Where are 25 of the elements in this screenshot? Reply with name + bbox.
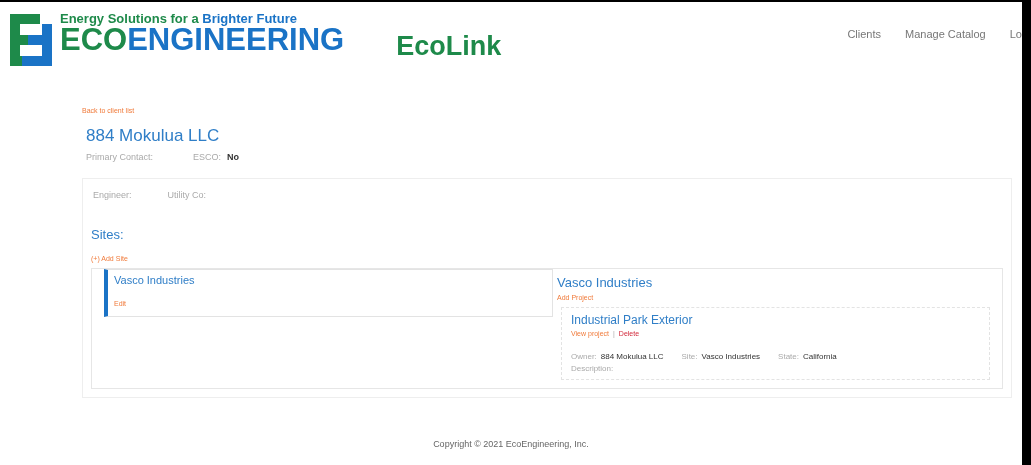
field-label: Owner: xyxy=(571,351,597,363)
field-value: Vasco Industries xyxy=(701,351,761,363)
field-label: Description: xyxy=(571,363,615,375)
field-label: Site: xyxy=(681,351,698,363)
nav-link[interactable]: Clients xyxy=(847,26,881,90)
nav-link[interactable]: Manage Catalog xyxy=(905,26,986,90)
logo-icon xyxy=(10,14,52,66)
field-value: California xyxy=(803,351,837,363)
nav-link[interactable]: Lo xyxy=(1009,26,1022,90)
field-label: Engineer: xyxy=(93,189,132,202)
logo-wordmark: ECOENGINEERING xyxy=(60,26,345,54)
sites-heading: Sites: xyxy=(91,225,125,244)
field-value: No xyxy=(227,150,240,164)
project-title: Industrial Park Exterior xyxy=(571,311,694,329)
logo-tagline: Energy Solutions for a Brighter Future xyxy=(60,12,298,26)
field-label: Utility Co: xyxy=(167,189,207,202)
field-value: 884 Mokulua LLC xyxy=(600,351,664,363)
app-title: EcoLink xyxy=(396,30,502,62)
site-name: Vasco Industries xyxy=(114,273,196,288)
field-label: Primary Contact: xyxy=(86,150,154,164)
field-label: ESCO: xyxy=(193,150,222,164)
client-name: 884 Mokulua LLC xyxy=(86,125,221,147)
site-name: Vasco Industries xyxy=(557,274,654,292)
copyright-text: Copyright © 2021 EcoEngineering, Inc. xyxy=(432,438,590,451)
field-label: State: xyxy=(778,351,799,363)
